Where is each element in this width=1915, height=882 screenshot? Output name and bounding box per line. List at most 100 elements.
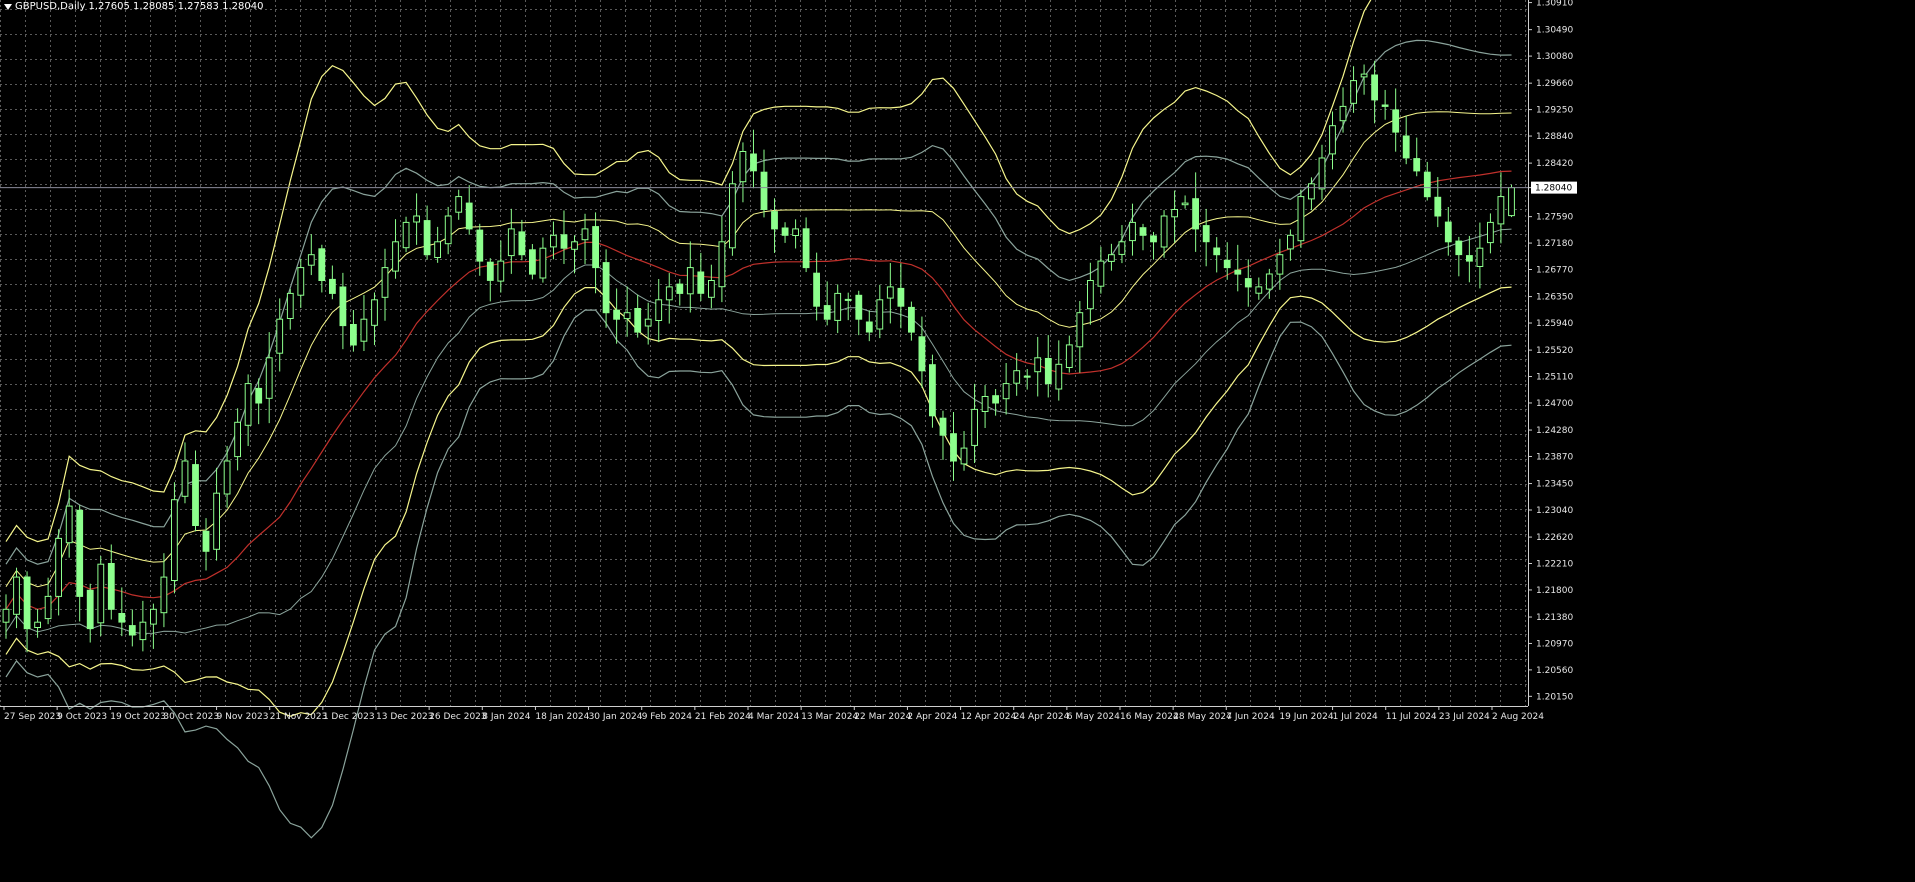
candle-body-bull [181,460,189,497]
candle-body-bear [486,261,494,281]
time-tick-label: 19 Oct 2023 [110,712,166,722]
candle-body-bull [1065,344,1073,368]
time-tick-label: 21 Nov 2023 [270,712,328,722]
candle-body-bear [1423,171,1431,198]
price-tick-label: 1.29660 [1536,79,1573,89]
candle-body-bull [276,318,284,354]
price-axis[interactable]: 1.30910 1.30490 1.30080 1.29660 1.29250 1.288… [1528,0,1577,706]
candle-body-bear [1192,198,1199,230]
candle-body-bull [434,241,442,259]
candle-body-bull [392,241,399,272]
chart-grid [0,0,1528,706]
candle-body-bull [44,595,52,620]
price-tick-label: 1.23040 [1536,506,1573,516]
price-chart[interactable]: 1.30910 1.30490 1.30080 1.29660 1.29250 1.288… [0,0,1915,882]
band-upper-1sd [5,111,1512,588]
candle-body-bull [1002,383,1010,400]
current-price-label: 1.28040 [1535,184,1572,194]
candle-body-bear [118,613,126,623]
candle-body-bull [213,492,220,550]
candle-body-bull [1476,247,1484,267]
candle-body-bear [897,287,905,307]
candle-body-bull [55,537,63,597]
candle-body-bear [339,286,347,327]
candle-body-bear [86,589,94,630]
ohlc-values: 1.27605 1.28085 1.27583 1.28040 [88,1,264,12]
price-tick-label: 1.23450 [1536,480,1573,490]
candle-body-bull [1129,221,1136,242]
band-lower-inner [5,286,1512,717]
candle-body-bear [950,433,957,462]
time-tick-label: 27 Sep 2023 [4,712,61,722]
chart-menu-triangle-icon[interactable] [4,3,12,10]
candle-body-bear [107,563,115,610]
candle-body-bull [1097,260,1105,287]
price-tick-label: 1.20150 [1536,692,1573,702]
candle-body-bull [413,215,421,223]
candle-body-bull [1087,280,1094,310]
candle-body-bull [1171,209,1178,218]
candle-body-bear [918,336,926,372]
time-tick-label: 28 May 2024 [1173,712,1232,722]
chart-window[interactable]: 1.30910 1.30490 1.30080 1.29660 1.29250 1.288… [0,0,1915,882]
candle-body-bull [65,505,73,544]
price-tick-label: 1.25940 [1536,319,1573,329]
time-tick-label: 24 Apr 2024 [1014,712,1070,722]
candle-body-bull [507,228,515,257]
time-tick-label: 9 Nov 2023 [217,712,269,722]
candle-body-bull [234,421,241,458]
candle-body-bull [402,221,410,249]
candle-body-bull [1350,80,1357,104]
price-tick-label: 1.20560 [1536,666,1573,676]
time-axis[interactable]: 27 Sep 20239 Oct 2023 19 Oct 202330 Oct 2… [0,706,1544,722]
candle-body-bull [729,183,736,249]
candle-body-bear [192,464,199,527]
price-tick-label: 1.21800 [1536,586,1573,596]
candle-body-bear [1150,235,1157,243]
candle-body-bear [634,308,642,333]
candle-body-bull [1339,105,1347,122]
candle-body-bear [1413,158,1421,172]
candle-body-bull [265,357,273,399]
candle-body-bear [350,324,357,346]
candle-body-bull [1276,254,1284,275]
price-tick-label: 1.30910 [1536,0,1573,9]
time-tick-label: 30 Oct 2023 [163,712,219,722]
candle-body-bull [1508,187,1515,217]
candle-body-bear [1402,135,1410,159]
candle-body-bull [665,286,673,301]
candle-body-bull [1497,196,1505,225]
candle-body-bear [1455,240,1463,256]
candle-body-bear [1223,259,1231,269]
candle-body-bear [592,226,600,269]
price-tick-label: 1.25520 [1536,346,1573,356]
symbol-name: GBPUSD,Daily [15,1,86,12]
time-tick-label: 26 Dec 2023 [429,712,487,722]
candle-body-bear [823,305,831,320]
candle-body-bull [444,215,452,245]
candle-body-bear [760,171,768,210]
candle-body-bear [1044,358,1052,385]
candle-body-bull [1329,125,1336,155]
candle-body-bull [834,292,842,321]
candle-body-bear [676,283,684,294]
candle-body-bear [529,249,536,275]
candle-body-bull [686,267,694,295]
candle-body-bull [1265,273,1273,290]
candle-body-bull [297,267,305,296]
price-tick-label: 1.22210 [1536,560,1573,570]
band-middle [5,170,1512,610]
candle-body-bear [781,227,789,236]
candle-body-bear [613,309,621,320]
candle-body-bear [908,306,915,333]
candle-body-bear [602,262,610,314]
price-tick-label: 1.28420 [1536,159,1573,169]
price-tick-label: 1.29250 [1536,106,1573,116]
candle-body-bear [255,387,263,404]
time-tick-label: 22 Mar 2024 [854,712,911,722]
candle-body-bull [886,286,894,299]
candle-body-bull [1034,357,1042,373]
candle-body-bear [465,202,473,230]
price-tick-label: 1.30080 [1536,52,1573,62]
time-tick-label: 11 Jul 2024 [1386,712,1437,722]
